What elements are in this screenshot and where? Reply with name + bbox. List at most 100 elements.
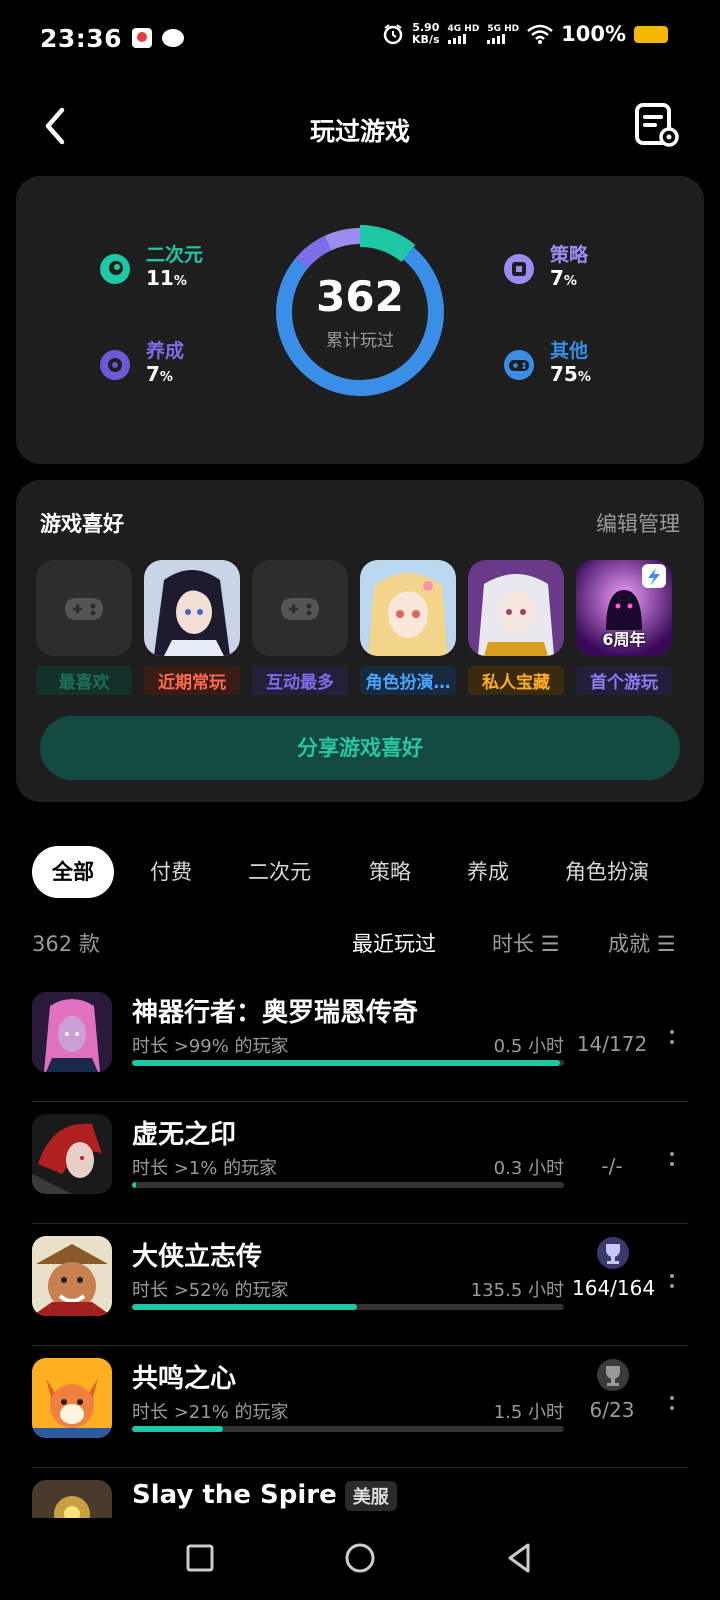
recent-apps-icon[interactable] <box>180 1538 220 1578</box>
pref-thumb <box>252 560 348 656</box>
sort-icon: ☰ <box>540 932 560 956</box>
achievement-count: 14/172 <box>576 1032 648 1056</box>
playtime-progress <box>132 1426 564 1432</box>
game-name: 虚无之印 <box>132 1120 237 1150</box>
anime-girl-dark-icon <box>144 560 240 656</box>
sort-recent-button[interactable]: 最近玩过 <box>352 928 436 958</box>
category-name: 其他 <box>550 340 589 362</box>
network-speed: 5.90 KB/s <box>412 22 439 46</box>
tab-anime[interactable]: 二次元 <box>248 846 311 898</box>
playtime-progress <box>132 1182 564 1188</box>
edit-manage-link[interactable]: 编辑管理 <box>596 508 680 538</box>
pref-rpg[interactable]: 角色扮演… <box>360 560 456 695</box>
achievement-count: 164/164 <box>572 1276 656 1300</box>
played-summary-card: 二次元 11% 养成 7% 策略 7% 其他 75% 362 累计玩过 <box>16 176 704 464</box>
category-percent: 75% <box>550 362 591 386</box>
silver-trophy-icon <box>597 1359 629 1391</box>
tab-strategy[interactable]: 策略 <box>369 846 411 898</box>
list-settings-icon[interactable] <box>634 102 680 148</box>
category-name: 养成 <box>146 340 185 362</box>
game-row[interactable]: 大侠立志传 时长 >52% 的玩家 135.5 小时 164/164 <box>32 1224 688 1346</box>
system-navigation-bar <box>0 1518 720 1600</box>
gold-trophy-icon <box>597 1237 629 1269</box>
status-bar: 23:36 5.90 KB/s 4G HD 5G HD 100% <box>0 0 720 76</box>
anniversary-badge: 6周年 <box>602 630 646 649</box>
pref-thumb <box>468 560 564 656</box>
anime-icon <box>100 254 130 284</box>
game-count: 362 款 <box>32 932 100 956</box>
achievement-count: 6/23 <box>589 1398 635 1422</box>
game-row[interactable]: 神器行者：奥罗瑞恩传奇 时长 >99% 的玩家 0.5 小时 14/172 <box>32 980 688 1102</box>
map-notification-icon <box>132 28 153 48</box>
gamepad-placeholder-icon <box>65 598 103 620</box>
game-icon <box>32 1358 112 1438</box>
pref-label: 角色扮演… <box>360 666 456 695</box>
tab-paid[interactable]: 付费 <box>150 846 192 898</box>
game-name: Slay the Spire 美服 <box>132 1480 397 1511</box>
more-options-icon[interactable] <box>668 1030 676 1056</box>
pref-label: 首个游玩 <box>576 666 672 695</box>
tab-rpg[interactable]: 角色扮演 <box>565 846 649 898</box>
more-options-icon[interactable] <box>668 1152 676 1178</box>
game-hours: 0.5 小时 <box>493 1036 564 1057</box>
net2-label: 5G HD <box>487 24 520 34</box>
anime-girl-blonde-icon <box>360 560 456 656</box>
pref-favorite[interactable]: 最喜欢 <box>36 560 132 695</box>
category-anime: 二次元 11% <box>98 244 203 294</box>
gamepad-placeholder-icon <box>281 598 319 620</box>
pref-recent[interactable]: 近期常玩 <box>144 560 240 695</box>
game-row[interactable]: Slay the Spire 美服 <box>32 1468 688 1518</box>
pref-treasure[interactable]: 私人宝藏 <box>468 560 564 695</box>
battery-icon <box>634 25 668 43</box>
total-played-count: 362 <box>316 272 404 321</box>
tab-raising[interactable]: 养成 <box>467 846 509 898</box>
page-title: 玩过游戏 <box>309 117 410 146</box>
pref-interaction[interactable]: 互动最多 <box>252 560 348 695</box>
sort-duration-button[interactable]: 时长 ☰ <box>492 928 560 958</box>
net1-label: 4G HD <box>447 24 480 34</box>
game-name: 神器行者：奥罗瑞恩传奇 <box>132 998 419 1028</box>
top-app-bar: 玩过游戏 <box>0 90 720 162</box>
strategy-icon <box>504 254 534 284</box>
game-row[interactable]: 共鸣之心 时长 >21% 的玩家 1.5 小时 6/23 <box>32 1346 688 1468</box>
game-icon <box>32 1114 112 1194</box>
category-name: 策略 <box>550 244 589 266</box>
pref-label: 互动最多 <box>252 666 348 695</box>
game-hours: 135.5 小时 <box>470 1280 564 1301</box>
game-rank: 时长 >21% 的玩家 <box>132 1402 289 1423</box>
chat-notification-icon <box>162 29 185 47</box>
pref-thumb <box>360 560 456 656</box>
more-options-icon[interactable] <box>668 1396 676 1422</box>
pref-thumb: 6周年 <box>576 560 672 656</box>
pref-thumb <box>144 560 240 656</box>
tab-all[interactable]: 全部 <box>32 846 114 898</box>
category-name: 二次元 <box>146 244 204 266</box>
game-row[interactable]: 虚无之印 时长 >1% 的玩家 0.3 小时 -/- <box>32 1102 688 1224</box>
game-name: 大侠立志传 <box>132 1242 263 1272</box>
battery-percent: 100% <box>561 22 626 46</box>
game-rank: 时长 >99% 的玩家 <box>132 1036 289 1057</box>
pref-label: 最喜欢 <box>36 666 132 695</box>
share-preferences-button[interactable]: 分享游戏喜好 <box>40 716 680 780</box>
sort-achievement-button[interactable]: 成就 ☰ <box>608 928 676 958</box>
pref-label: 私人宝藏 <box>468 666 564 695</box>
pref-first[interactable]: 6周年 首个游玩 <box>576 560 672 695</box>
total-played-label: 累计玩过 <box>326 331 394 351</box>
home-icon[interactable] <box>340 1538 380 1578</box>
game-icon <box>32 992 112 1072</box>
game-rank: 时长 >52% 的玩家 <box>132 1280 289 1301</box>
game-hours: 0.3 小时 <box>493 1158 564 1179</box>
region-tag: 美服 <box>344 1480 397 1511</box>
gamepad-icon <box>504 350 534 380</box>
achievement-count: -/- <box>601 1154 623 1178</box>
category-percent: 11% <box>146 266 187 290</box>
sort-icon: ☰ <box>656 932 676 956</box>
more-options-icon[interactable] <box>668 1274 676 1300</box>
pref-thumb <box>36 560 132 656</box>
speed-unit: KB/s <box>412 33 440 46</box>
signal-4g: 4G HD <box>447 24 480 44</box>
pref-label: 近期常玩 <box>144 666 240 695</box>
sort-row: 362 款 最近玩过 时长 ☰ 成就 ☰ <box>32 922 688 962</box>
alarm-icon <box>383 24 403 45</box>
back-icon[interactable] <box>500 1538 540 1578</box>
